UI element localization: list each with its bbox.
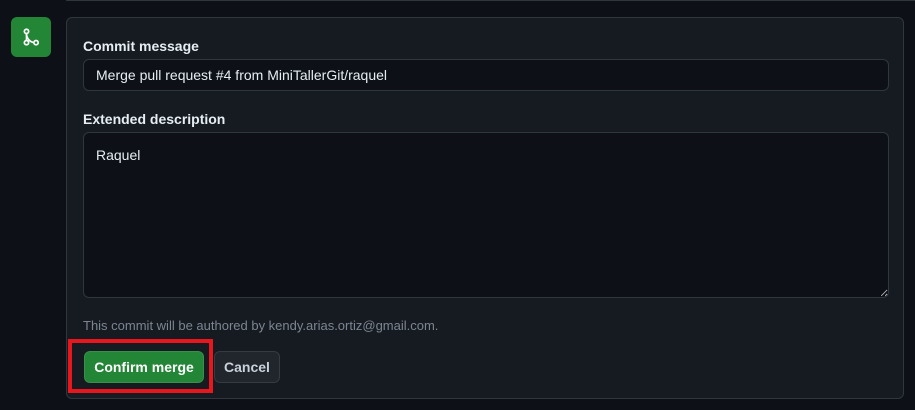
merge-page: Commit message Extended description Raqu… <box>0 0 915 410</box>
cancel-button[interactable]: Cancel <box>214 351 280 383</box>
author-note: This commit will be authored by kendy.ar… <box>83 318 439 333</box>
commit-message-input[interactable] <box>83 59 889 91</box>
merge-form: Commit message Extended description Raqu… <box>66 17 904 399</box>
commit-message-label: Commit message <box>83 38 199 54</box>
extended-description-textarea[interactable]: Raquel <box>83 132 889 298</box>
top-divider <box>66 0 915 1</box>
extended-description-label: Extended description <box>83 111 226 127</box>
git-merge-icon <box>23 28 40 46</box>
confirm-merge-button[interactable]: Confirm merge <box>84 351 204 383</box>
merge-badge <box>11 17 51 57</box>
